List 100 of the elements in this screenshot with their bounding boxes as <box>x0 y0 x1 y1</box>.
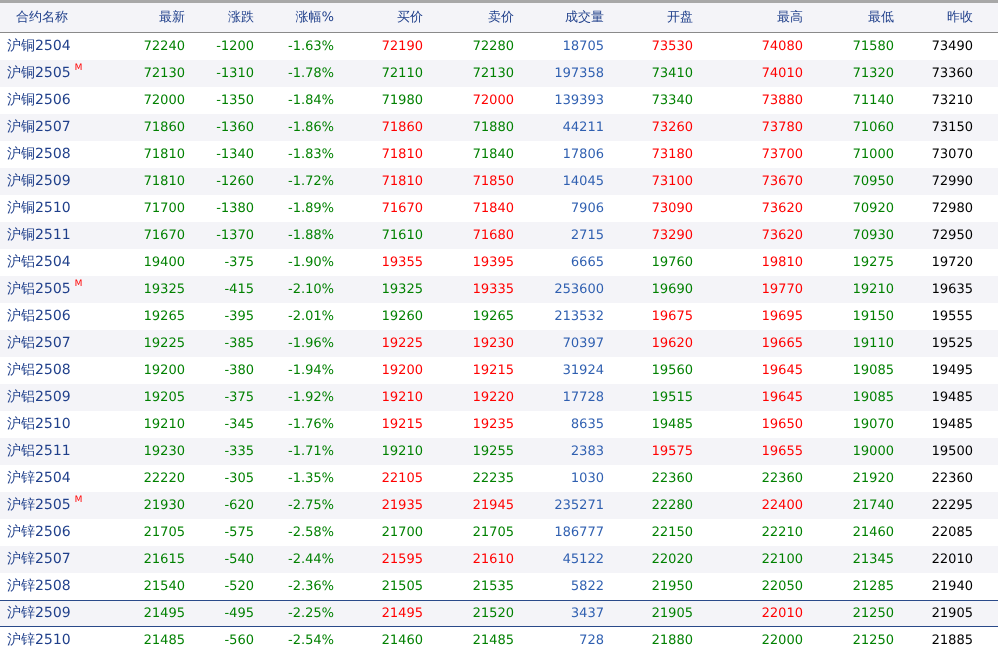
table-cell-text: 71610 <box>380 226 423 245</box>
table-cell-text: 19515 <box>650 388 693 407</box>
table-cell-text: 73490 <box>930 38 973 56</box>
table-cell-text: 19225 <box>380 334 423 353</box>
table-cell-text: 72130 <box>142 64 185 83</box>
column-header[interactable]: 最高 <box>693 8 803 28</box>
table-cell-text: 19325 <box>142 280 185 299</box>
table-cell-text: -1310 <box>215 64 254 83</box>
table-cell-text: 71810 <box>380 172 423 191</box>
table-cell-text: 73340 <box>650 92 693 110</box>
contract-name: 沪铝2509 <box>7 388 71 407</box>
table-cell-text: 21940 <box>930 578 973 596</box>
table-cell-text: 19200 <box>142 362 185 380</box>
table-row[interactable]: 沪铝2505 M 19325 -415 -2.10% 19325 19335 253600 19690 19770 19210 19635 <box>0 276 998 303</box>
table-cell-text: -1350 <box>215 92 254 110</box>
table-row[interactable]: 沪锌2507 21615 -540 -2.44% 21595 21610 45122 22020 22100 21345 22010 <box>0 546 998 573</box>
table-cell-text: -1.90% <box>287 254 334 272</box>
table-cell-text: 21595 <box>380 550 423 569</box>
table-cell-text: 19110 <box>852 334 894 353</box>
table-cell-text: 73780 <box>760 118 803 137</box>
table-cell-text: 21540 <box>142 578 185 596</box>
table-cell-text: 19235 <box>472 416 514 434</box>
column-header[interactable]: 涨幅% <box>254 8 334 28</box>
table-cell-text: 70930 <box>852 226 894 245</box>
table-cell-text: 21950 <box>650 578 693 596</box>
table-cell-text: 72950 <box>930 226 973 245</box>
table-cell-text: 22235 <box>472 470 514 488</box>
contract-name: 沪锌2509 <box>7 604 71 623</box>
table-cell-text: -1.94% <box>287 362 334 380</box>
table-row[interactable]: 沪铝2511 19230 -335 -1.71% 19210 19255 2383 19575 19655 19000 19500 <box>0 438 998 465</box>
table-cell-text: -380 <box>223 362 254 380</box>
table-cell-text: -2.58% <box>287 524 334 542</box>
table-cell-text: -375 <box>223 254 254 272</box>
table-cell-text: 72240 <box>142 38 185 56</box>
table-row[interactable]: 沪锌2509 21495 -495 -2.25% 21495 21520 3437 21905 22010 21250 21905 <box>0 600 998 627</box>
main-contract-label: M <box>74 280 82 289</box>
table-cell-text: -1370 <box>215 226 254 245</box>
table-cell-text: 21740 <box>852 496 894 515</box>
table-cell-text: 22295 <box>930 496 973 515</box>
table-cell-text: 22360 <box>760 470 803 488</box>
table-cell-text: 1030 <box>570 470 604 488</box>
contract-name: 沪铝2510 <box>7 415 71 434</box>
table-cell-text: 19485 <box>930 416 973 434</box>
table-row[interactable]: 沪铜2505 M 72130 -1310 -1.78% 72110 72130 197358 73410 74010 71320 73360 <box>0 60 998 87</box>
table-cell-text: -335 <box>223 442 254 461</box>
table-cell-text: 19690 <box>650 280 693 299</box>
table-row[interactable]: 沪铜2511 71670 -1370 -1.88% 71610 71680 2715 73290 73620 70930 72950 <box>0 222 998 249</box>
table-cell-text: -2.54% <box>287 632 334 650</box>
contract-name: 沪铜2506 <box>7 91 71 110</box>
table-cell-text: 21250 <box>852 604 894 623</box>
table-cell-text: 71880 <box>472 118 514 137</box>
table-cell-text: -1.63% <box>287 38 334 56</box>
table-cell-text: 70920 <box>852 200 894 218</box>
table-row[interactable]: 沪铝2507 19225 -385 -1.96% 19225 19230 70397 19620 19665 19110 19525 <box>0 330 998 357</box>
table-cell-text: 19695 <box>760 308 803 326</box>
table-cell-text: 71860 <box>142 118 185 137</box>
column-header[interactable]: 合约名称 <box>0 8 110 28</box>
table-row[interactable]: 沪铜2507 71860 -1360 -1.86% 71860 71880 44211 73260 73780 71060 73150 <box>0 114 998 141</box>
column-header[interactable]: 成交量 <box>514 8 604 28</box>
column-header[interactable]: 开盘 <box>604 8 693 28</box>
column-header[interactable]: 买价 <box>334 8 423 28</box>
table-cell-text: 72000 <box>472 92 514 110</box>
table-cell-text: 44211 <box>562 118 604 137</box>
table-cell-text: 6665 <box>570 254 604 272</box>
column-header[interactable]: 最低 <box>803 8 894 28</box>
contract-name: 沪锌2508 <box>7 577 71 596</box>
table-cell-text: 71670 <box>380 200 423 218</box>
table-cell-text: 22085 <box>930 524 973 542</box>
table-cell-text: 21880 <box>650 632 693 650</box>
table-cell-text: 21705 <box>472 524 514 542</box>
table-cell-text: 19085 <box>852 388 894 407</box>
table-cell-text: 19560 <box>650 362 693 380</box>
contract-name: 沪铜2508 <box>7 145 71 164</box>
table-cell-text: 19230 <box>472 334 514 353</box>
table-cell-text: 73530 <box>650 38 693 56</box>
table-cell-text: 72130 <box>472 64 514 83</box>
table-cell-text: -2.10% <box>287 280 334 299</box>
table-cell-text: 21705 <box>142 524 185 542</box>
contract-name: 沪铜2507 <box>7 118 71 137</box>
column-header[interactable]: 涨跌 <box>185 8 254 28</box>
table-row[interactable]: 沪铝2509 19205 -375 -1.92% 19210 19220 17728 19515 19645 19085 19485 <box>0 384 998 411</box>
table-row[interactable]: 沪锌2505 M 21930 -620 -2.75% 21935 21945 235271 22280 22400 21740 22295 <box>0 492 998 519</box>
table-cell-text: -1.83% <box>287 146 334 164</box>
table-cell-text: 19000 <box>852 442 894 461</box>
table-cell-text: -1380 <box>215 200 254 218</box>
table-row[interactable]: 沪铜2509 71810 -1260 -1.72% 71810 71850 14045 73100 73670 70950 72990 <box>0 168 998 195</box>
table-cell-text: 19255 <box>472 442 514 461</box>
table-cell-text: 19275 <box>852 254 894 272</box>
column-header[interactable]: 卖价 <box>423 8 514 28</box>
contract-name: 沪铝2508 <box>7 361 71 380</box>
table-cell-text: 19215 <box>380 416 423 434</box>
table-cell-text: 139393 <box>553 92 604 110</box>
column-header[interactable]: 最新 <box>110 8 185 28</box>
table-cell-text: -345 <box>223 416 254 434</box>
table-cell-text: 5822 <box>570 578 604 596</box>
table-cell-text: 71680 <box>472 226 514 245</box>
contract-name: 沪铝2504 <box>7 253 71 272</box>
contract-name: 沪锌2510 <box>7 631 71 650</box>
column-header[interactable]: 昨收 <box>894 8 973 28</box>
table-cell-text: 22360 <box>650 470 693 488</box>
